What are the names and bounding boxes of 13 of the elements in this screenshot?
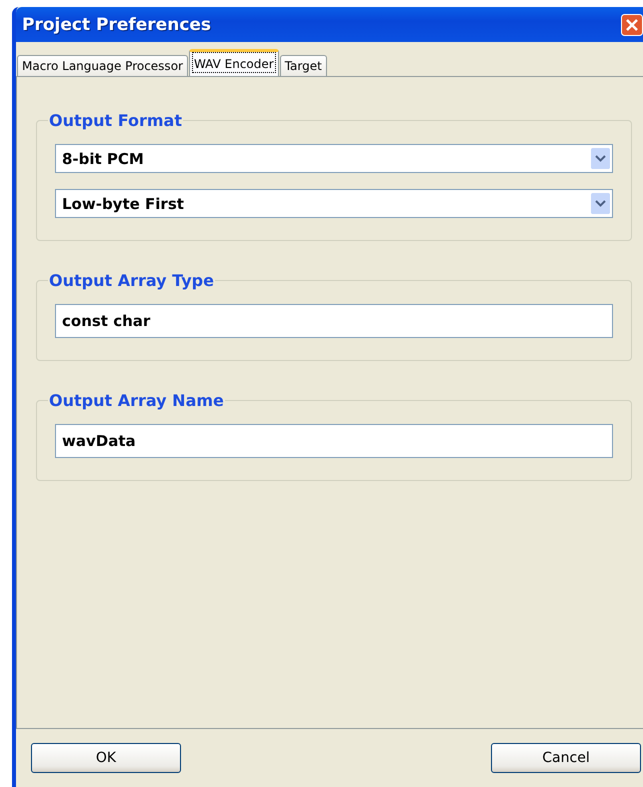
tab[interactable]: WAV Encoder bbox=[188, 49, 279, 76]
input-field[interactable]: wavData bbox=[55, 424, 613, 458]
ok-button[interactable]: OK bbox=[31, 743, 181, 773]
cancel-button[interactable]: Cancel bbox=[491, 743, 641, 773]
window-title: Project Preferences bbox=[22, 14, 212, 34]
tab[interactable]: Macro Language Processor bbox=[17, 55, 188, 76]
group-title: Output Format bbox=[48, 111, 183, 130]
dropdown[interactable]: Low-byte First bbox=[55, 189, 613, 218]
group-title: Output Array Name bbox=[48, 391, 225, 410]
tab[interactable]: Target bbox=[280, 55, 327, 76]
input-field[interactable]: const char bbox=[55, 304, 613, 338]
group-title: Output Array Type bbox=[48, 271, 215, 290]
dropdown[interactable]: 8-bit PCM bbox=[55, 144, 613, 173]
